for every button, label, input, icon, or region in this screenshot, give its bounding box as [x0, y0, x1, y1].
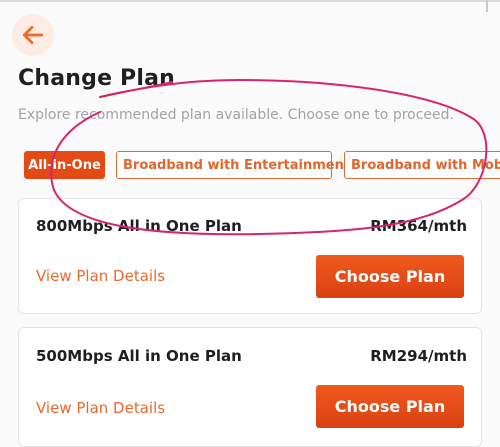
page-title: Change Plan — [18, 66, 176, 91]
plan-card: 800Mbps All in One Plan RM364/mth View P… — [18, 198, 482, 314]
back-button[interactable] — [12, 14, 54, 56]
top-divider — [0, 0, 500, 2]
plan-price: RM294/mth — [370, 347, 467, 365]
view-plan-details-link[interactable]: View Plan Details — [36, 267, 165, 285]
choose-plan-button[interactable]: Choose Plan — [316, 385, 464, 428]
plan-name: 800Mbps All in One Plan — [36, 217, 242, 235]
tab-broadband-mobile[interactable]: Broadband with Mobile — [344, 151, 500, 179]
choose-plan-button[interactable]: Choose Plan — [316, 255, 464, 298]
tab-broadband-entertainment[interactable]: Broadband with Entertainment — [116, 151, 350, 179]
plan-price: RM364/mth — [370, 217, 467, 235]
plan-category-tabs: All-in-One Broadband with Entertainment … — [24, 151, 500, 181]
view-plan-details-link[interactable]: View Plan Details — [36, 399, 165, 417]
page-subtitle: Explore recommended plan available. Choo… — [18, 107, 454, 123]
top-edge-mark — [486, 0, 488, 12]
tab-all-in-one[interactable]: All-in-One — [24, 151, 105, 179]
plan-card: 500Mbps All in One Plan RM294/mth View P… — [18, 327, 482, 447]
plan-name: 500Mbps All in One Plan — [36, 347, 242, 365]
arrow-left-icon — [22, 26, 44, 44]
